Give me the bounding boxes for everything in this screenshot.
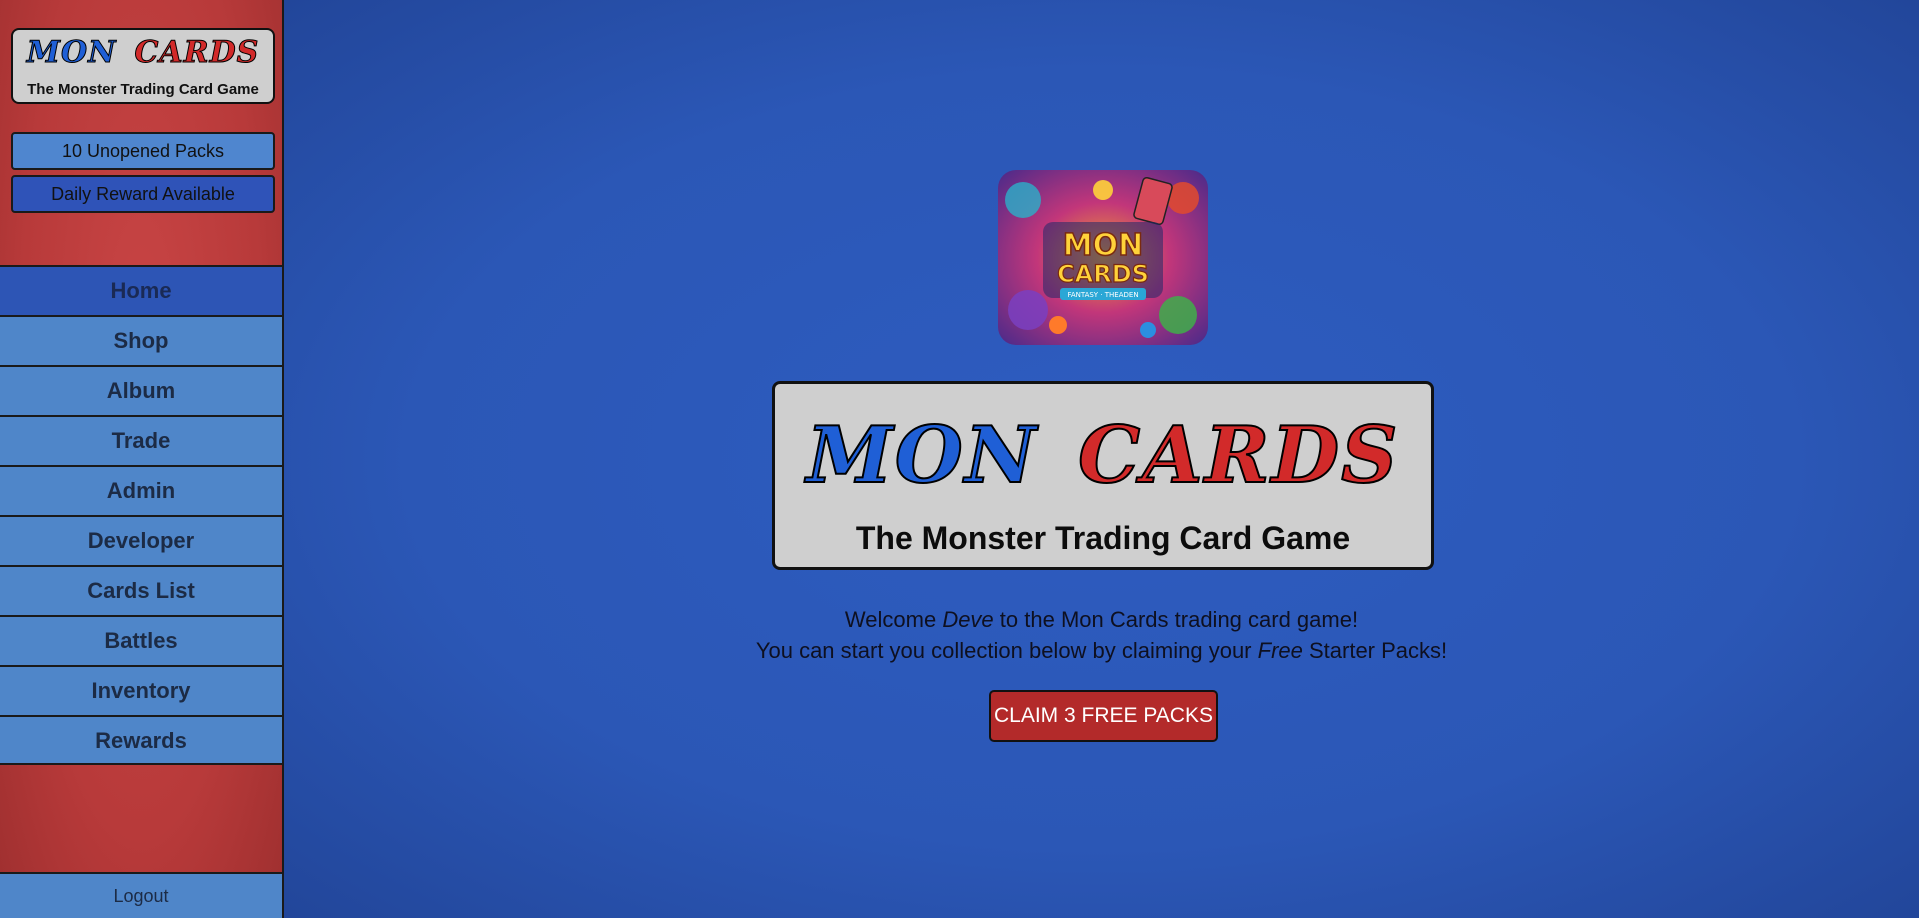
nav-item-shop[interactable]: Shop [0,315,282,365]
starter-pack-message: You can start you collection below by cl… [284,638,1919,664]
starter-prefix: You can start you collection below by cl… [755,638,1258,663]
unopened-packs-button[interactable]: 10 Unopened Packs [11,132,275,170]
main-content: MON CARDS FANTASY · THEADEN MON CARDS The… [284,0,1919,918]
main-logo-word-cards: CARDS [1077,410,1400,501]
nav-item-inventory[interactable]: Inventory [0,665,282,715]
logo-title: MON CARDS [13,35,273,70]
logout-button[interactable]: Logout [0,872,282,918]
free-emphasis: Free [1257,638,1303,663]
hero-ribbon: FANTASY · THEADEN [1067,291,1138,299]
claim-free-packs-button[interactable]: CLAIM 3 FREE PACKS [989,690,1218,742]
logo-tagline: The Monster Trading Card Game [27,81,259,98]
hero-artwork: MON CARDS FANTASY · THEADEN [998,170,1208,345]
logo-word-mon: MON [26,35,117,70]
nav-item-album[interactable]: Album [0,365,282,415]
nav-item-rewards[interactable]: Rewards [0,715,282,765]
welcome-prefix: Welcome [844,607,943,632]
logo-word-cards: CARDS [134,35,260,70]
daily-reward-button[interactable]: Daily Reward Available [11,175,275,213]
nav-item-battles[interactable]: Battles [0,615,282,665]
hero-image: MON CARDS FANTASY · THEADEN [998,170,1208,345]
main-logo-title: MON CARDS [775,413,1431,499]
nav-item-developer[interactable]: Developer [0,515,282,565]
nav-item-trade[interactable]: Trade [0,415,282,465]
main-logo-tagline: The Monster Trading Card Game [855,520,1351,556]
nav-item-home[interactable]: Home [0,265,282,315]
starter-suffix: Starter Packs! [1302,638,1448,663]
welcome-suffix: to the Mon Cards trading card game! [993,607,1359,632]
username: Deve [942,607,994,632]
sidebar-logo[interactable]: MON CARDS The Monster Trading Card Game [11,28,275,104]
sidebar-nav: Home Shop Album Trade Admin Developer Ca… [0,265,282,765]
nav-item-admin[interactable]: Admin [0,465,282,515]
sidebar: MON CARDS The Monster Trading Card Game 1… [0,0,284,918]
hero-text-line-1: MON [1063,228,1143,263]
main-logo: MON CARDS The Monster Trading Card Game [772,381,1434,570]
nav-item-cards-list[interactable]: Cards List [0,565,282,615]
welcome-message: Welcome Deve to the Mon Cards trading ca… [284,607,1919,633]
hero-text-line-2: CARDS [1057,260,1149,288]
main-logo-word-mon: MON [806,410,1039,501]
